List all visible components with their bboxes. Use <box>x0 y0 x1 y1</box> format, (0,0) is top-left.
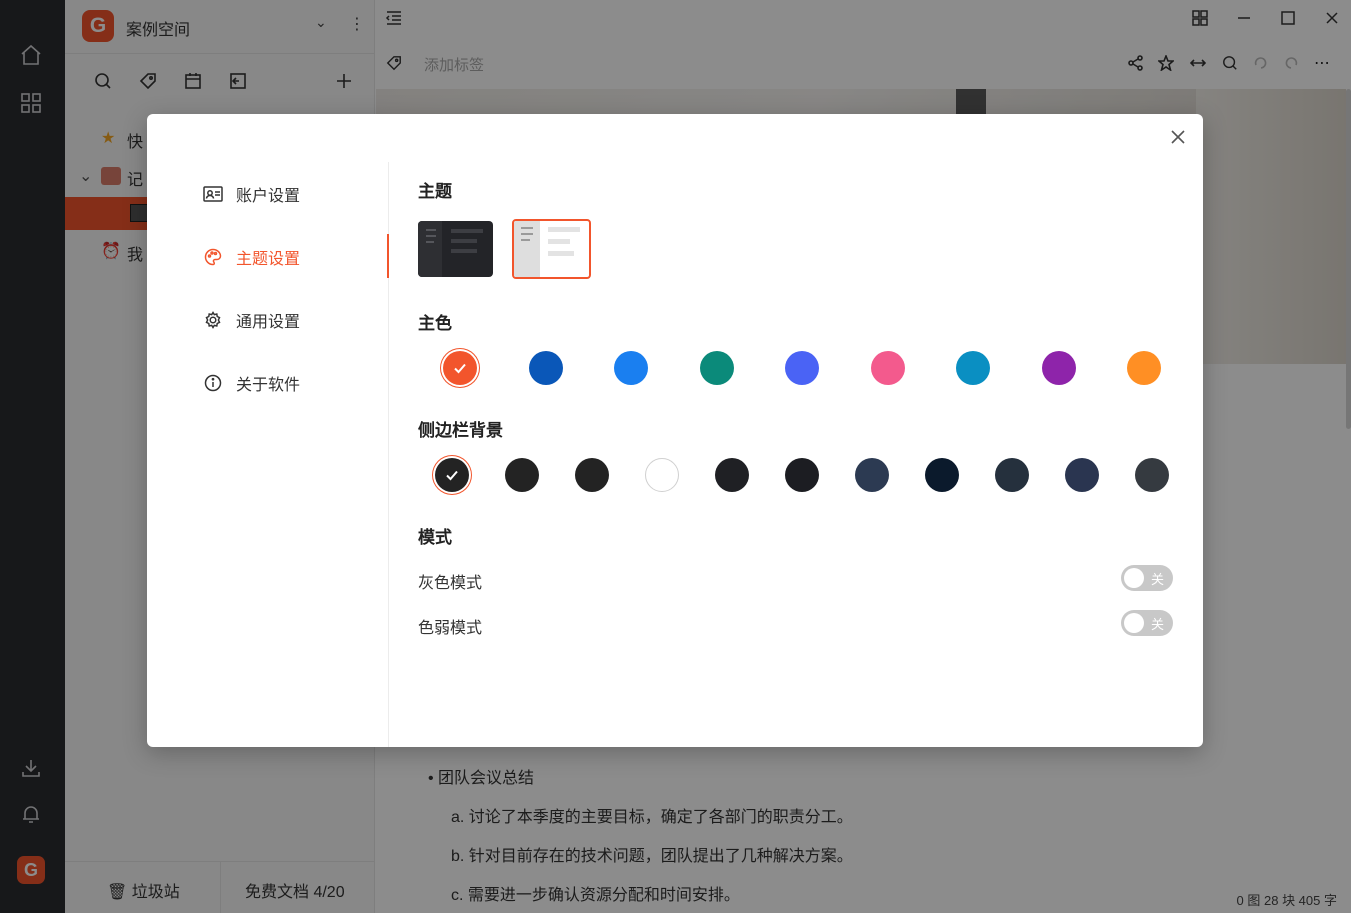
settings-nav: 账户设置 主题设置 通用设置 关于软件 <box>147 162 389 747</box>
info-icon <box>203 373 223 393</box>
theme-settings-panel: 主题 主色 侧边栏背景 模式 灰色模式 关 色弱模式 关 <box>418 114 1188 747</box>
section-title-sidebar-bg: 侧边栏背景 <box>418 421 503 440</box>
primary-color-swatch[interactable] <box>1127 351 1161 385</box>
sidebar-bg-swatch[interactable] <box>505 458 539 492</box>
sidebar-bg-swatch[interactable] <box>575 458 609 492</box>
gray-mode-toggle[interactable]: 关 <box>1121 565 1173 591</box>
section-title-primary-color: 主色 <box>418 314 452 333</box>
nav-general-settings[interactable]: 通用设置 <box>203 306 300 334</box>
theme-option-dark[interactable] <box>418 221 493 277</box>
color-weak-mode-label: 色弱模式 <box>418 620 483 637</box>
nav-about[interactable]: 关于软件 <box>203 369 300 397</box>
sidebar-bg-swatch[interactable] <box>1065 458 1099 492</box>
toggle-knob <box>1124 613 1144 633</box>
sidebar-bg-swatch[interactable] <box>645 458 679 492</box>
id-card-icon <box>203 184 223 204</box>
nav-label: 关于软件 <box>236 377 301 394</box>
theme-option-light-selected[interactable] <box>512 219 591 279</box>
primary-color-swatch-selected[interactable] <box>443 351 477 385</box>
primary-color-swatch[interactable] <box>614 351 648 385</box>
palette-icon <box>203 247 223 267</box>
color-weak-mode-toggle[interactable]: 关 <box>1121 610 1173 636</box>
sidebar-bg-swatch[interactable] <box>855 458 889 492</box>
nav-label: 通用设置 <box>236 314 301 331</box>
section-title-mode: 模式 <box>418 528 452 547</box>
gear-icon <box>203 310 223 330</box>
primary-color-swatch[interactable] <box>528 351 563 385</box>
nav-theme-settings[interactable]: 主题设置 <box>203 243 300 271</box>
nav-label: 主题设置 <box>236 251 301 268</box>
sidebar-bg-swatch[interactable] <box>715 458 749 492</box>
sidebar-bg-swatch-selected[interactable] <box>435 458 469 492</box>
sidebar-bg-swatch[interactable] <box>925 458 959 492</box>
nav-label: 账户设置 <box>236 188 301 205</box>
nav-account-settings[interactable]: 账户设置 <box>203 180 300 208</box>
toggle-state: 关 <box>1150 572 1164 587</box>
primary-color-swatch[interactable] <box>870 351 905 385</box>
sidebar-bg-swatch[interactable] <box>785 458 819 492</box>
toggle-state: 关 <box>1150 617 1164 632</box>
primary-color-swatch[interactable] <box>1041 351 1076 385</box>
nav-active-indicator <box>387 234 389 278</box>
gray-mode-label: 灰色模式 <box>418 575 483 592</box>
section-title-theme: 主题 <box>418 182 452 201</box>
sidebar-bg-swatch[interactable] <box>995 458 1029 492</box>
primary-color-swatch[interactable] <box>785 351 819 385</box>
sidebar-bg-swatch[interactable] <box>1135 458 1169 492</box>
toggle-knob <box>1124 568 1144 588</box>
primary-color-swatch[interactable] <box>956 351 990 385</box>
primary-color-swatch[interactable] <box>699 351 734 385</box>
settings-dialog: 账户设置 主题设置 通用设置 关于软件 主题 主色 侧边栏背景 模式 灰色模式 … <box>147 114 1203 747</box>
